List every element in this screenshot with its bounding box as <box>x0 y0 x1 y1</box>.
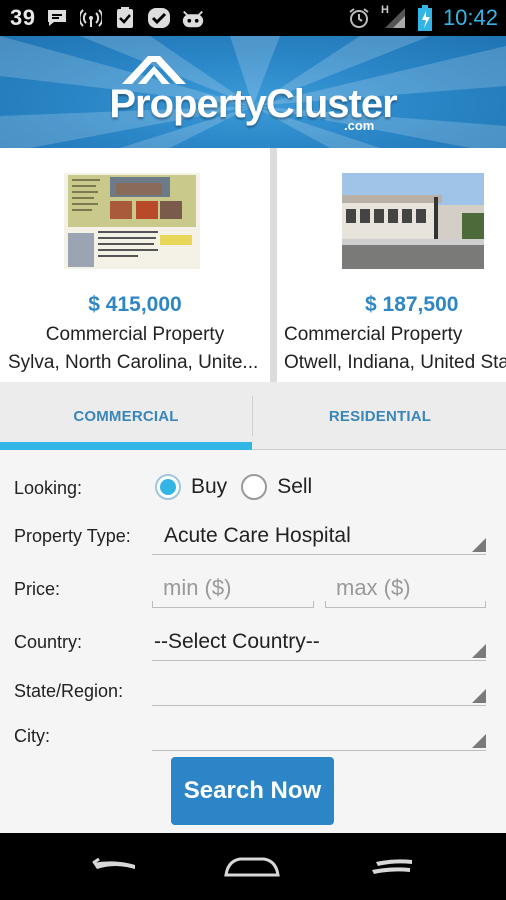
country-label: Country: <box>14 632 83 652</box>
app-logo: PropertyCluster <box>109 82 397 126</box>
status-bar-notifications: 39 <box>10 5 205 31</box>
status-bar-system: H 10:42 <box>347 4 498 32</box>
network-type-label: H <box>380 4 389 16</box>
dropdown-arrow-icon <box>472 644 486 658</box>
price-label: Price: <box>14 579 61 599</box>
system-navigation-bar <box>0 833 506 900</box>
price-max-placeholder: max ($) <box>336 575 411 600</box>
clock: 10:42 <box>442 5 498 30</box>
flyer-image <box>64 173 200 269</box>
listing-type: Commercial Property <box>45 324 225 345</box>
listing-price: $ 415,000 <box>88 293 182 316</box>
robot-icon <box>181 6 205 30</box>
listing-location: Otwell, Indiana, United Sta <box>284 352 506 373</box>
recent-apps-icon[interactable] <box>363 851 423 883</box>
wireless-icon <box>79 6 103 30</box>
listing-thumbnail[interactable] <box>342 173 484 269</box>
property-category-tabs: COMMERCIAL RESIDENTIAL <box>0 382 506 450</box>
country-value: --Select Country-- <box>154 630 320 653</box>
looking-radio-group: Buy Sell <box>155 472 326 502</box>
dropdown-arrow-icon <box>472 538 486 552</box>
tab-residential[interactable]: RESIDENTIAL <box>254 382 506 450</box>
price-max-input[interactable]: max ($) <box>325 568 486 608</box>
back-icon[interactable] <box>84 851 144 883</box>
buy-radio-label[interactable]: Buy <box>191 475 227 499</box>
listing-price: $ 187,500 <box>365 293 459 316</box>
search-now-button[interactable]: Search Now <box>171 757 334 825</box>
property-type-value: Acute Care Hospital <box>164 524 351 547</box>
app-header: PropertyCluster .com <box>0 36 506 148</box>
active-tab-indicator <box>0 442 252 450</box>
state-region-label: State/Region: <box>14 681 124 701</box>
country-dropdown[interactable]: --Select Country-- <box>152 621 486 661</box>
alarm-icon <box>347 6 371 30</box>
status-bar: 39 H 10:42 <box>0 0 506 36</box>
notification-count: 39 <box>10 5 36 30</box>
app-logo-suffix: .com <box>344 118 375 133</box>
listing-location: Sylva, North Carolina, Unite... <box>8 352 259 373</box>
signal-icon: H <box>380 4 407 30</box>
tab-divider <box>252 396 253 436</box>
battery-icon <box>417 5 433 31</box>
sell-radio-label[interactable]: Sell <box>277 475 312 499</box>
clipboard-check-icon <box>113 6 137 30</box>
dropdown-arrow-icon <box>472 734 486 748</box>
home-icon[interactable] <box>222 851 282 883</box>
price-min-placeholder: min ($) <box>163 575 232 600</box>
tab-commercial[interactable]: COMMERCIAL <box>0 382 252 450</box>
sell-radio[interactable] <box>241 474 268 500</box>
listing-thumbnail[interactable] <box>64 173 200 269</box>
city-label: City: <box>14 726 50 746</box>
building-photo <box>342 173 484 269</box>
looking-label: Looking: <box>14 478 83 498</box>
listing-type: Commercial Property <box>284 324 463 345</box>
chat-icon <box>45 6 69 30</box>
search-form: Looking: Buy Sell Property Type: Acute C… <box>0 450 506 833</box>
property-type-label: Property Type: <box>14 526 131 546</box>
check-badge-icon <box>147 6 171 30</box>
listing-card[interactable]: $ 415,000 Commercial Property Sylva, Nor… <box>0 148 270 382</box>
buy-radio[interactable] <box>155 474 181 500</box>
dropdown-arrow-icon <box>472 689 486 703</box>
featured-listings-carousel[interactable]: $ 415,000 Commercial Property Sylva, Nor… <box>0 148 506 382</box>
state-region-dropdown[interactable] <box>152 666 486 706</box>
city-dropdown[interactable] <box>152 711 486 751</box>
price-min-input[interactable]: min ($) <box>152 568 314 608</box>
property-type-dropdown[interactable]: Acute Care Hospital <box>152 515 486 555</box>
listing-card[interactable]: $ 187,500 Commercial Property Otwell, In… <box>277 148 506 382</box>
